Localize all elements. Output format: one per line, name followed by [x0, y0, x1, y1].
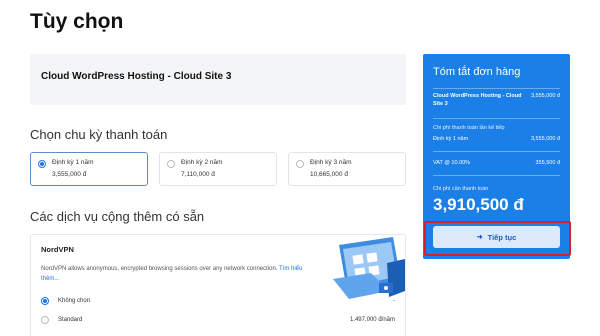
plan-label: Định kỳ 2 năm: [181, 159, 223, 166]
continue-button[interactable]: ➜ Tiếp tục: [433, 226, 560, 248]
continue-label: Tiếp tục: [487, 232, 517, 242]
divider: [433, 175, 560, 176]
plan-option-1-year[interactable]: Định kỳ 1 năm 3,555,000 đ: [30, 152, 148, 186]
recurring-heading: Chi phí thanh toán lần kế tiếp: [433, 125, 505, 131]
divider: [433, 151, 560, 152]
summary-product-label: Cloud WordPress Hosting - Cloud Site 3: [433, 93, 522, 107]
addon-description-text: NordVPN allows anonymous, encrypted brow…: [41, 266, 278, 272]
product-box: Cloud WordPress Hosting - Cloud Site 3: [30, 54, 406, 105]
vat-label: VAT @ 10.00%: [433, 160, 471, 166]
summary-title: Tóm tắt đơn hàng: [433, 66, 521, 78]
plan-label: Định kỳ 3 năm: [310, 159, 352, 166]
plan-option-2-year[interactable]: Định kỳ 2 năm 7,110,000 đ: [159, 152, 277, 186]
plan-option-3-year[interactable]: Định kỳ 3 năm 10,665,000 đ: [288, 152, 406, 186]
radio-icon[interactable]: [41, 316, 49, 324]
summary-product-value: 3,555,000 đ: [530, 93, 560, 99]
vat-value: 355,500 đ: [535, 160, 560, 166]
due-label: Chi phí cần thanh toán: [433, 186, 489, 192]
radio-icon[interactable]: [38, 160, 46, 168]
page-title: Tùy chọn: [30, 10, 124, 33]
addons-title: Các dịch vụ cộng thêm có sẵn: [30, 209, 205, 224]
divider: [433, 118, 560, 119]
plan-price: 3,555,000 đ: [52, 171, 87, 178]
billing-cycle-title: Chọn chu kỳ thanh toán: [30, 127, 168, 142]
option-label: Không chọn: [58, 298, 91, 304]
option-label: Standard: [58, 317, 83, 323]
divider: [433, 88, 560, 89]
option-price: -: [393, 298, 395, 304]
recurring-label: Định kỳ 1 năm: [433, 136, 469, 142]
addon-description: NordVPN allows anonymous, encrypted brow…: [41, 265, 321, 284]
recurring-value: 3,555,000 đ: [530, 136, 560, 142]
radio-icon[interactable]: [41, 297, 49, 305]
addon-card-nordvpn: NordVPN NordVPN allows anonymous, encryp…: [30, 234, 406, 336]
plan-label: Định kỳ 1 năm: [52, 159, 94, 166]
radio-icon[interactable]: [167, 160, 175, 168]
plan-price: 7,110,000 đ: [181, 171, 215, 178]
addon-name: NordVPN: [41, 245, 74, 254]
vpn-illustration-icon: [333, 237, 405, 299]
product-name: Cloud WordPress Hosting - Cloud Site 3: [41, 71, 232, 82]
plan-price: 10,665,000 đ: [310, 171, 348, 178]
radio-icon[interactable]: [296, 160, 304, 168]
total-amount: 3,910,500 đ: [433, 195, 524, 214]
option-price: 1,497,000 đ/năm: [349, 317, 395, 323]
arrow-right-icon: ➜: [476, 234, 483, 241]
